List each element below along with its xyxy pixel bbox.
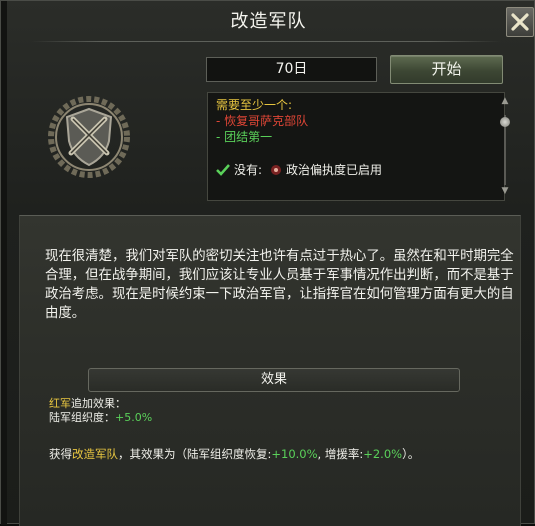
requirements-box: 需要至少一个: - 恢复哥萨克部队 - 团结第一 没有: 政治偏执度已启用 — [207, 92, 505, 201]
country-name: 红军 — [49, 397, 71, 410]
focus-description: 现在很清楚，我们对军队的密切关注也许有点过于热心了。虽然在和平时期完全合理，但在… — [45, 249, 514, 321]
days-duration-field: 70日 — [206, 57, 377, 82]
scroll-down-icon[interactable]: ▼ — [500, 187, 510, 196]
effects-header: 效果 — [88, 368, 460, 392]
window-title: 改造军队 — [230, 11, 307, 32]
grant-idea-name: 改造军队 — [72, 447, 118, 461]
start-button[interactable]: 开始 — [390, 55, 503, 84]
crossed-rifles-wreath-icon — [47, 95, 131, 179]
scroll-up-icon[interactable]: ▲ — [500, 97, 510, 106]
requirements-header: 需要至少一个: — [216, 98, 293, 112]
grant-value-1: +10.0% — [271, 447, 318, 461]
check-icon — [216, 163, 230, 176]
paranoia-icon — [271, 164, 282, 175]
grant-text-2: , 增援率: — [317, 447, 364, 461]
grant-end: ）。 — [402, 447, 420, 461]
modifier-label: 陆军组织度： — [49, 411, 115, 424]
country-suffix: 追加效果： — [71, 397, 126, 410]
focus-window: 改造军队 70日 开始 需要至少一个: - 恢复哥萨克部队 - 团结第一 没有:… — [0, 0, 535, 526]
title-divider — [31, 41, 501, 42]
grant-text: ，其效果为（陆军组织度恢复: — [118, 447, 272, 461]
effect-country-line: 红军追加效果： — [49, 397, 152, 411]
requirement-item: - 团结第一 — [216, 130, 273, 144]
exclusion-label: 没有: — [234, 163, 263, 177]
grant-line: 获得改造军队，其效果为（陆军组织度恢复:+10.0%, 增援率:+2.0%）。 — [49, 446, 419, 462]
close-x-icon — [511, 13, 529, 31]
grant-value-2: +2.0% — [363, 447, 403, 461]
effect-modifier-line: 陆军组织度：+5.0% — [49, 411, 152, 425]
exclusion-line: 没有: 政治偏执度已启用 — [216, 161, 382, 178]
requirements-scrollbar[interactable]: ▲ ▼ — [500, 97, 510, 197]
effects-list: 红军追加效果： 陆军组织度：+5.0% — [49, 397, 152, 425]
scroll-thumb[interactable] — [500, 117, 510, 127]
requirements-list: 需要至少一个: - 恢复哥萨克部队 - 团结第一 — [216, 97, 308, 145]
exclusion-value: 政治偏执度已启用 — [286, 163, 383, 177]
requirement-item: - 恢复哥萨克部队 — [216, 114, 309, 128]
left-frame-edge — [1, 1, 7, 525]
close-button[interactable] — [506, 7, 534, 37]
grant-prefix: 获得 — [49, 447, 72, 461]
modifier-value: +5.0% — [115, 411, 153, 424]
